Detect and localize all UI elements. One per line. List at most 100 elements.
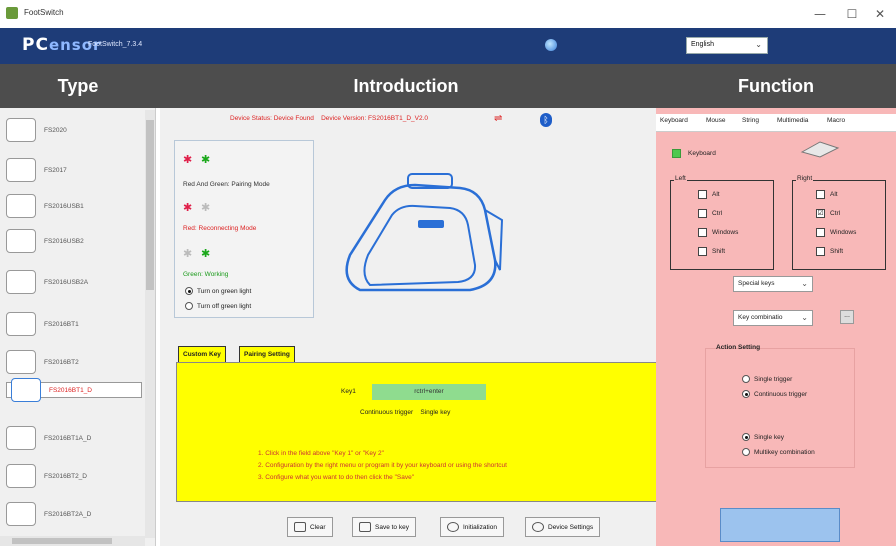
initialization-button[interactable]: Initialization — [440, 517, 504, 537]
multikey-combination-radio[interactable]: Multikey combination — [742, 448, 815, 456]
single-trigger-radio[interactable]: Single trigger — [742, 375, 792, 383]
key-combination-select[interactable]: Key combinatio ⌄ — [733, 310, 813, 326]
close-button[interactable]: ✕ — [866, 4, 894, 24]
instruction-line: 3. Configure what you want to do then cl… — [258, 474, 415, 481]
tab-pairing-setting[interactable]: Pairing Setting — [239, 346, 295, 363]
footswitch-icon — [6, 312, 36, 336]
radio-dot — [185, 287, 193, 295]
maximize-button[interactable]: ☐ — [838, 4, 866, 24]
scrollbar-thumb[interactable] — [12, 538, 112, 544]
left-shift-checkbox[interactable]: Shift — [698, 247, 725, 256]
keyboard-label: Keyboard — [688, 150, 716, 157]
key1-label: Key1 — [341, 388, 356, 395]
checkbox-box — [816, 228, 825, 237]
usb-icon: ⇌ — [494, 113, 503, 124]
chevron-down-icon: ⌄ — [801, 279, 808, 288]
type-header: Type — [0, 64, 156, 108]
type-list-scrollbar[interactable] — [145, 110, 155, 538]
type-item-selected[interactable]: FS2016BT1_D — [6, 378, 142, 402]
special-keys-select[interactable]: Special keys ⌄ — [733, 276, 813, 292]
globe-icon — [545, 39, 557, 51]
tab-string[interactable]: String — [742, 117, 759, 124]
tab-custom-key[interactable]: Custom Key — [178, 346, 226, 363]
radio-green-on[interactable]: Turn on green light — [185, 287, 251, 295]
left-windows-checkbox[interactable]: Windows — [698, 228, 738, 237]
settings-icon — [532, 522, 544, 532]
green-led-icon: ✱ — [201, 247, 211, 260]
checkbox-box — [698, 247, 707, 256]
left-ctrl-checkbox[interactable]: Ctrl — [698, 209, 722, 218]
tab-macro[interactable]: Macro — [827, 117, 845, 124]
right-alt-checkbox[interactable]: Alt — [816, 190, 838, 199]
type-item[interactable]: FS2016BT1A_D — [6, 420, 142, 456]
function-tabs — [656, 114, 896, 132]
footswitch-icon — [6, 426, 36, 450]
checkbox-checked-icon: ☑ — [816, 209, 825, 218]
trigger-summary: Continuous trigger Single key — [360, 409, 451, 416]
save-to-key-button[interactable]: Save to key — [352, 517, 416, 537]
introduction-header: Introduction — [156, 64, 656, 108]
tab-mouse[interactable]: Mouse — [706, 117, 726, 124]
reconnecting-mode-text: Red: Reconnecting Mode — [183, 225, 257, 232]
language-select[interactable]: English ⌄ — [686, 37, 768, 54]
footswitch-icon — [6, 350, 36, 374]
power-icon — [447, 522, 459, 532]
radio-dot — [742, 433, 750, 441]
instruction-line: 2. Configuration by the right menu or pr… — [258, 462, 507, 469]
minimize-button[interactable]: — — [806, 4, 834, 24]
tab-multimedia[interactable]: Multimedia — [777, 117, 808, 124]
app-version: FootSwitch_7.3.4 — [88, 41, 143, 48]
right-shift-checkbox[interactable]: Shift — [816, 247, 843, 256]
type-item[interactable]: FS2016BT1 — [6, 306, 142, 342]
radio-green-off[interactable]: Turn off green light — [185, 302, 251, 310]
type-item[interactable]: FS2016BT2 — [6, 344, 142, 380]
red-led-icon: ✱ — [183, 153, 193, 166]
clear-button[interactable]: Clear — [287, 517, 333, 537]
virtual-keyboard-image[interactable] — [720, 508, 840, 542]
single-key-radio[interactable]: Single key — [742, 433, 784, 441]
instruction-line: 1. Click in the field above "Key 1" or "… — [258, 450, 384, 457]
checkbox-box — [816, 190, 825, 199]
continuous-trigger-radio[interactable]: Continuous trigger — [742, 390, 807, 398]
app-icon — [6, 7, 18, 19]
device-settings-button[interactable]: Device Settings — [525, 517, 601, 537]
type-list: FS2020 FS2017 FS2016USB1 FS2016USB2 FS20… — [0, 108, 156, 546]
scrollbar-thumb[interactable] — [146, 120, 154, 290]
green-led-icon: ✱ — [201, 153, 211, 166]
radio-dot — [742, 390, 750, 398]
footswitch-icon — [6, 118, 36, 142]
horizontal-scrollbar[interactable] — [0, 536, 145, 546]
window-title: FootSwitch — [24, 8, 64, 17]
right-windows-checkbox[interactable]: Windows — [816, 228, 856, 237]
footswitch-icon — [11, 378, 41, 402]
checkbox-box — [698, 228, 707, 237]
footswitch-icon — [6, 194, 36, 218]
footswitch-icon — [6, 158, 36, 182]
right-ctrl-checkbox[interactable]: ☑ Ctrl — [816, 209, 840, 218]
type-item[interactable]: FS2017 — [6, 152, 142, 188]
more-options-button[interactable]: ... — [840, 310, 854, 324]
off-led-icon: ✱ — [183, 247, 193, 260]
type-item[interactable]: FS2016BT2_D — [6, 458, 142, 494]
chevron-down-icon: ⌄ — [801, 313, 808, 322]
key1-field[interactable]: rctrl+enter — [372, 384, 486, 400]
type-item[interactable]: FS2016USB2A — [6, 264, 142, 300]
custom-key-panel — [176, 362, 660, 502]
left-alt-checkbox[interactable]: Alt — [698, 190, 720, 199]
checkbox-box — [698, 209, 707, 218]
clear-icon — [294, 522, 306, 532]
radio-dot — [742, 448, 750, 456]
keyboard-enabled-checkbox[interactable] — [672, 149, 681, 158]
red-led-icon: ✱ — [183, 201, 193, 214]
right-group-label: Right — [796, 175, 814, 182]
type-item[interactable]: FS2016USB1 — [6, 188, 142, 224]
left-group-label: Left — [674, 175, 687, 182]
function-panel — [656, 108, 896, 546]
radio-dot — [185, 302, 193, 310]
action-setting-label: Action Setting — [716, 344, 761, 351]
type-item[interactable]: FS2016USB2 — [6, 223, 142, 259]
type-item[interactable]: FS2020 — [6, 112, 142, 148]
footswitch-icon — [6, 270, 36, 294]
type-item[interactable]: FS2016BT2A_D — [6, 496, 142, 532]
tab-keyboard[interactable]: Keyboard — [660, 117, 688, 124]
